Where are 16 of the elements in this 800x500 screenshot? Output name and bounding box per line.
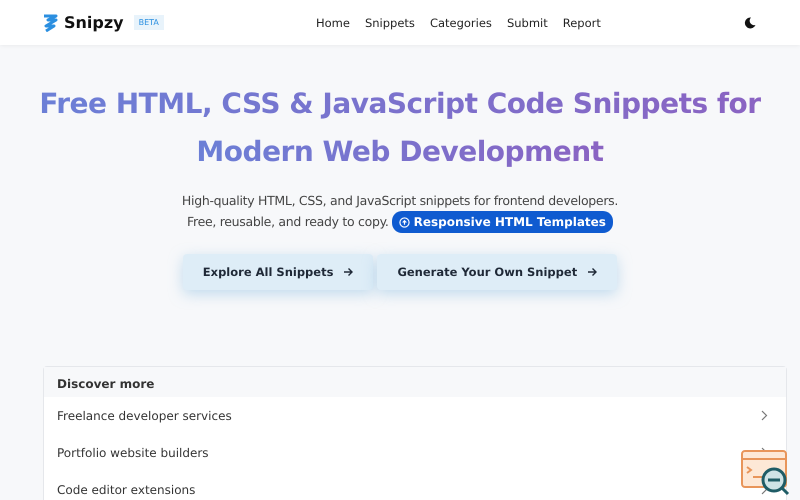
nav-link[interactable]: Snippets xyxy=(364,16,415,30)
discover-item[interactable]: Portfolio website builders xyxy=(57,446,209,460)
nav-link[interactable]: Submit xyxy=(506,16,548,30)
discover-item[interactable]: Freelance developer services xyxy=(57,408,232,422)
discover-item[interactable]: Code editor extensions xyxy=(57,482,196,496)
hero-subtitle: High-quality HTML, CSS, and JavaScript snippets for frontend developers. xyxy=(182,192,618,210)
brand-name[interactable]: Snipzy xyxy=(64,13,124,32)
nav-link[interactable]: Report xyxy=(562,16,601,30)
cta-button[interactable]: Generate Your Own Snippet xyxy=(377,254,618,290)
discover-title: Discover more xyxy=(57,377,154,391)
hero-subtitle: Free, reusable, and ready to copy. xyxy=(187,213,389,231)
nav-link[interactable]: Categories xyxy=(430,16,492,30)
nav-link[interactable]: Home xyxy=(316,16,350,30)
cta-button[interactable]: Explore All Snippets xyxy=(182,254,374,290)
templates-link[interactable]: Responsive HTML Templates xyxy=(392,211,613,233)
beta-badge: BETA xyxy=(134,15,164,30)
